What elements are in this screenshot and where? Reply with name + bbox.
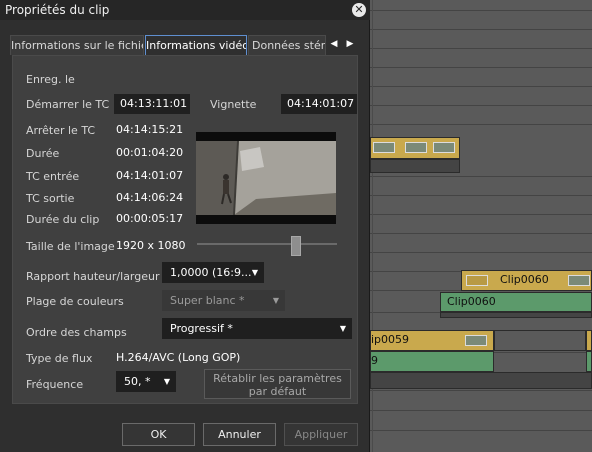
start-tc-label: Démarrer le TC: [26, 98, 110, 111]
apply-button[interactable]: Appliquer: [284, 423, 358, 446]
track-divider: [370, 214, 592, 215]
preview-slider-track[interactable]: [197, 243, 337, 245]
duration-label: Durée: [26, 147, 60, 160]
frequency-value: 50, *: [124, 375, 151, 388]
clip-label: Clip0060: [500, 273, 549, 286]
dropdown-arrow-icon: ▼: [339, 324, 346, 333]
dropdown-arrow-icon: ▼: [163, 377, 170, 386]
frequency-dropdown[interactable]: 50, * ▼: [116, 371, 176, 392]
tab-video-info[interactable]: Informations vidéo: [145, 35, 247, 55]
track-divider: [370, 176, 592, 177]
preview-slider-handle[interactable]: [291, 236, 301, 256]
clip-thumbnail-icon: [405, 142, 427, 153]
tc-out-value: 04:14:06:24: [116, 191, 184, 204]
ok-button[interactable]: OK: [122, 423, 195, 446]
field-order-dropdown[interactable]: Progressif * ▼: [162, 318, 352, 339]
tc-out-label: TC sortie: [26, 192, 75, 205]
track-divider: [370, 29, 592, 30]
enreg-label: Enreg. le: [26, 73, 75, 86]
track-divider: [370, 67, 592, 68]
track-divider: [370, 195, 592, 196]
timeline-clip-strip: [586, 330, 592, 351]
timeline-clip-strip: [440, 312, 592, 318]
field-order-label: Ordre des champs: [26, 326, 127, 339]
frequency-label: Fréquence: [26, 378, 84, 391]
timeline-clip-strip[interactable]: [370, 159, 460, 173]
track-divider: [370, 390, 592, 391]
tab-file-info[interactable]: Informations sur le fichier: [10, 35, 144, 55]
aspect-ratio-dropdown[interactable]: 1,0000 (16:9... ▼: [162, 262, 264, 283]
arrow-right-icon[interactable]: ▶: [344, 37, 356, 51]
track-divider: [370, 48, 592, 49]
track-divider: [370, 86, 592, 87]
color-range-dropdown[interactable]: Super blanc * ▼: [162, 290, 285, 311]
stop-tc-value: 04:14:15:21: [116, 123, 184, 136]
aspect-ratio-value: 1,0000 (16:9...: [170, 266, 252, 279]
track-divider: [370, 124, 592, 125]
timeline-clip[interactable]: 9: [370, 351, 494, 372]
timeline-clip-strip[interactable]: [370, 137, 460, 159]
timeline-clip[interactable]: Clip0060: [440, 292, 592, 312]
duration-value: 00:01:04:20: [116, 146, 184, 159]
timeline-clip[interactable]: ip0059: [370, 330, 494, 351]
clip-thumbnail-icon: [466, 275, 488, 286]
track-divider: [370, 10, 592, 11]
clip-label: Clip0060: [447, 295, 496, 308]
close-icon[interactable]: ✕: [352, 3, 366, 17]
image-size-label: Taille de l'image: [26, 240, 115, 253]
arrow-left-icon[interactable]: ◀: [328, 37, 340, 51]
title-bar[interactable]: Propriétés du clip ✕: [0, 0, 370, 20]
timeline-clip[interactable]: Clip0060: [461, 270, 592, 291]
clip-thumbnail-icon: [373, 142, 395, 153]
color-range-label: Plage de couleurs: [26, 295, 124, 308]
color-range-value: Super blanc *: [170, 294, 245, 307]
clip-thumbnail-icon: [465, 335, 487, 346]
field-order-value: Progressif *: [170, 322, 233, 335]
stream-type-label: Type de flux: [26, 352, 93, 365]
clip-thumbnail-icon: [568, 275, 590, 286]
dropdown-arrow-icon: ▼: [251, 268, 258, 277]
track-divider: [370, 430, 592, 431]
timeline-clip-strip: [370, 372, 592, 389]
thumbnail-tc-field[interactable]: 04:14:01:07: [281, 94, 357, 114]
timeline-clip-strip: [494, 330, 586, 351]
image-size-value: 1920 x 1080: [116, 239, 186, 252]
dialog-title: Propriétés du clip: [5, 3, 110, 17]
cancel-button[interactable]: Annuler: [203, 423, 276, 446]
tc-in-label: TC entrée: [26, 170, 80, 183]
aspect-ratio-label: Rapport hauteur/largeur: [26, 270, 160, 283]
clip-duration-value: 00:00:05:17: [116, 212, 184, 225]
clip-label: ip0059: [371, 333, 410, 346]
track-divider: [370, 233, 592, 234]
reset-parameters-button[interactable]: Rétablir les paramètres par défaut: [204, 369, 351, 399]
dropdown-arrow-icon: ▼: [272, 296, 279, 305]
clip-duration-label: Durée du clip: [26, 213, 100, 226]
timeline-area[interactable]: Clip0060 Clip0060 ip0059 9: [370, 0, 592, 452]
stream-type-value: H.264/AVC (Long GOP): [116, 351, 241, 364]
stop-tc-label: Arrêter le TC: [26, 124, 96, 137]
thumbnail-label: Vignette: [210, 98, 257, 111]
preview-frame-image: [196, 141, 336, 215]
track-divider: [370, 105, 592, 106]
clip-label: 9: [371, 354, 378, 367]
start-tc-field[interactable]: 04:13:11:01: [114, 94, 190, 114]
track-divider: [370, 252, 592, 253]
tc-in-value: 04:14:01:07: [116, 169, 184, 182]
timeline-clip-strip: [586, 351, 592, 372]
clip-thumbnail-icon: [433, 142, 455, 153]
tab-stereo-data[interactable]: Données stéréo: [248, 35, 326, 55]
track-divider: [370, 410, 592, 411]
video-preview: [196, 132, 336, 224]
clip-properties-dialog: Propriétés du clip ✕ Informations sur le…: [0, 0, 370, 452]
